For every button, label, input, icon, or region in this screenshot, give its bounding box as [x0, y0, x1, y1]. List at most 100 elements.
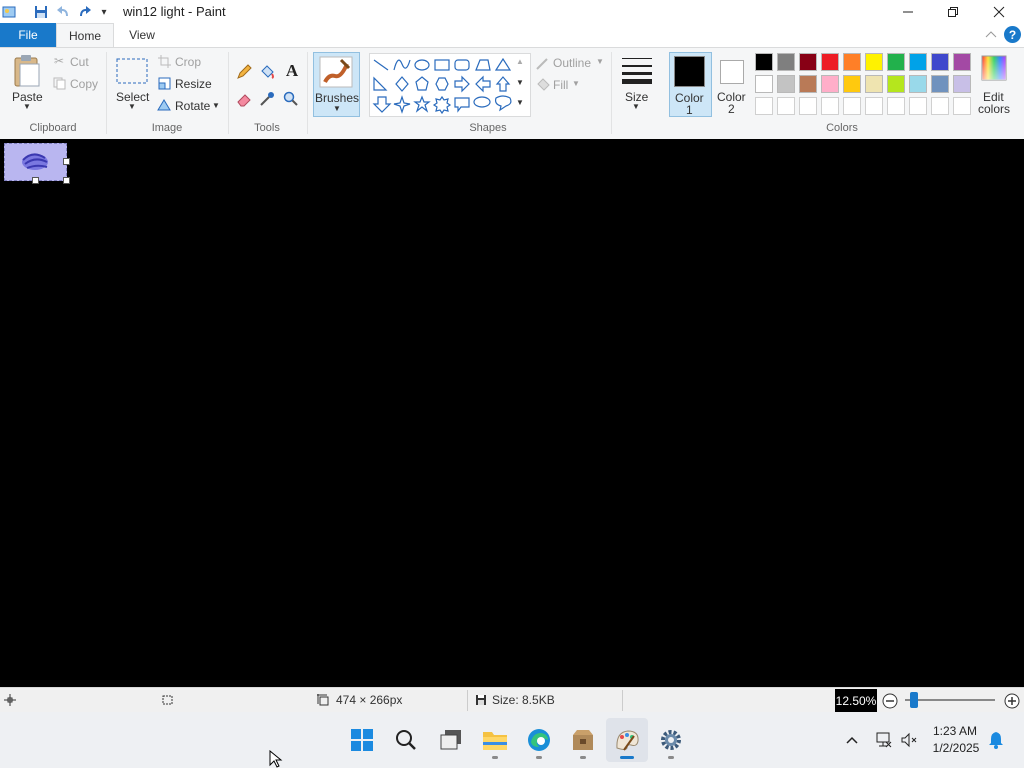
minimize-button[interactable] — [885, 0, 931, 23]
color-swatch[interactable] — [755, 53, 773, 71]
select-dropdown-icon[interactable]: ▼ — [128, 102, 136, 111]
custom-color-slot[interactable] — [909, 97, 927, 115]
show-hidden-icons-button[interactable] — [842, 730, 862, 750]
color-swatch[interactable] — [821, 53, 839, 71]
color-swatch[interactable] — [865, 53, 883, 71]
paste-icon[interactable] — [10, 54, 44, 88]
zoom-out-button[interactable] — [881, 692, 899, 710]
custom-color-slot[interactable] — [777, 97, 795, 115]
task-view-icon[interactable] — [430, 718, 472, 762]
resize-handle[interactable] — [63, 177, 70, 184]
outline-dropdown-icon[interactable]: ▼ — [596, 57, 604, 66]
color-swatch[interactable] — [909, 53, 927, 71]
color-swatch[interactable] — [887, 75, 905, 93]
paint-taskbar-icon[interactable] — [606, 718, 648, 762]
custom-color-slot[interactable] — [799, 97, 817, 115]
color-swatch[interactable] — [755, 75, 773, 93]
tab-home[interactable]: Home — [56, 23, 114, 48]
shapes-scroll-up-icon[interactable]: ▲ — [516, 57, 524, 66]
notifications-icon[interactable] — [986, 730, 1006, 750]
zoom-slider-thumb[interactable] — [910, 692, 918, 708]
outline-button[interactable]: Outline — [553, 56, 591, 70]
paint-app-icon[interactable] — [0, 3, 18, 21]
color-swatch[interactable] — [799, 53, 817, 71]
crop-button[interactable]: Crop — [175, 55, 201, 69]
brushes-button[interactable]: Brushes ▼ — [313, 52, 360, 117]
zoom-in-button[interactable] — [1003, 692, 1021, 710]
undo-icon[interactable] — [54, 3, 72, 21]
color-swatch[interactable] — [953, 75, 971, 93]
color-swatch[interactable] — [799, 75, 817, 93]
custom-color-slot[interactable] — [755, 97, 773, 115]
color2-button[interactable]: Color 2 — [713, 52, 751, 116]
running-indicator — [668, 756, 674, 759]
network-icon[interactable] — [873, 730, 893, 750]
edge-browser-icon[interactable] — [518, 718, 560, 762]
color-swatch[interactable] — [777, 75, 795, 93]
custom-color-slot[interactable] — [931, 97, 949, 115]
copy-button[interactable]: Copy — [70, 77, 98, 91]
tab-view[interactable]: View — [114, 23, 170, 47]
edit-colors-icon[interactable] — [980, 54, 1008, 82]
store-app-icon[interactable] — [562, 718, 604, 762]
custom-color-slot[interactable] — [821, 97, 839, 115]
color-swatch[interactable] — [931, 53, 949, 71]
rotate-dropdown-icon[interactable]: ▼ — [212, 101, 220, 110]
resize-handle[interactable] — [63, 158, 70, 165]
paste-dropdown-icon[interactable]: ▼ — [23, 102, 31, 111]
color-swatch[interactable] — [953, 53, 971, 71]
text-tool-icon[interactable]: A — [282, 61, 302, 81]
color-swatch[interactable] — [865, 75, 883, 93]
save-icon[interactable] — [32, 3, 50, 21]
fill-dropdown-icon[interactable]: ▼ — [572, 79, 580, 88]
restore-button[interactable] — [930, 0, 976, 23]
magnifier-icon[interactable] — [282, 90, 300, 108]
volume-muted-icon[interactable] — [899, 730, 919, 750]
customize-toolbar-icon[interactable]: ▾ — [95, 3, 113, 21]
color-swatch[interactable] — [909, 75, 927, 93]
fill-button[interactable]: Fill — [553, 78, 568, 92]
resize-button[interactable]: Resize — [175, 77, 212, 91]
color-swatch[interactable] — [843, 75, 861, 93]
file-explorer-icon[interactable] — [474, 718, 516, 762]
fill-bucket-icon[interactable] — [258, 63, 276, 81]
close-button[interactable] — [976, 0, 1022, 23]
rotate-button[interactable]: Rotate — [175, 99, 210, 113]
start-button[interactable] — [341, 718, 383, 762]
shapes-expand-icon[interactable]: ▼ — [516, 98, 524, 107]
color-picker-icon[interactable] — [258, 90, 276, 108]
drawing-canvas[interactable] — [0, 139, 1024, 687]
tab-file[interactable]: File — [0, 23, 56, 47]
redo-icon[interactable] — [76, 3, 94, 21]
help-icon[interactable]: ? — [1004, 26, 1021, 43]
color1-button[interactable]: Color 1 — [669, 52, 712, 117]
edit-colors-label-line2[interactable]: colors — [978, 102, 1010, 116]
size-icon[interactable] — [619, 54, 655, 86]
clock-time[interactable]: 1:23 AM — [925, 724, 985, 738]
colors-group-label: Colors — [826, 122, 858, 134]
settings-icon[interactable] — [650, 718, 692, 762]
select-icon[interactable] — [116, 58, 148, 84]
shapes-gallery[interactable] — [369, 53, 531, 117]
size-dropdown-icon[interactable]: ▼ — [632, 102, 640, 111]
color-swatch[interactable] — [843, 53, 861, 71]
status-bar: 474 × 266px Size: 8.5KB 12.50% — [0, 687, 1024, 713]
color-swatch[interactable] — [777, 53, 795, 71]
color-swatch[interactable] — [887, 53, 905, 71]
shapes-scroll-down-icon[interactable]: ▼ — [516, 78, 524, 87]
custom-color-slot[interactable] — [953, 97, 971, 115]
pencil-icon[interactable] — [235, 63, 253, 81]
collapse-ribbon-icon[interactable] — [984, 27, 998, 41]
custom-color-slot[interactable] — [865, 97, 883, 115]
resize-handle[interactable] — [32, 177, 39, 184]
canvas-image-thumbnail[interactable] — [4, 143, 67, 181]
zoom-slider[interactable] — [905, 692, 995, 708]
eraser-icon[interactable] — [235, 90, 253, 108]
color-swatch[interactable] — [821, 75, 839, 93]
clock-date[interactable]: 1/2/2025 — [925, 741, 987, 755]
custom-color-slot[interactable] — [887, 97, 905, 115]
cut-button[interactable]: Cut — [70, 55, 89, 69]
search-icon[interactable] — [385, 718, 427, 762]
color-swatch[interactable] — [931, 75, 949, 93]
custom-color-slot[interactable] — [843, 97, 861, 115]
